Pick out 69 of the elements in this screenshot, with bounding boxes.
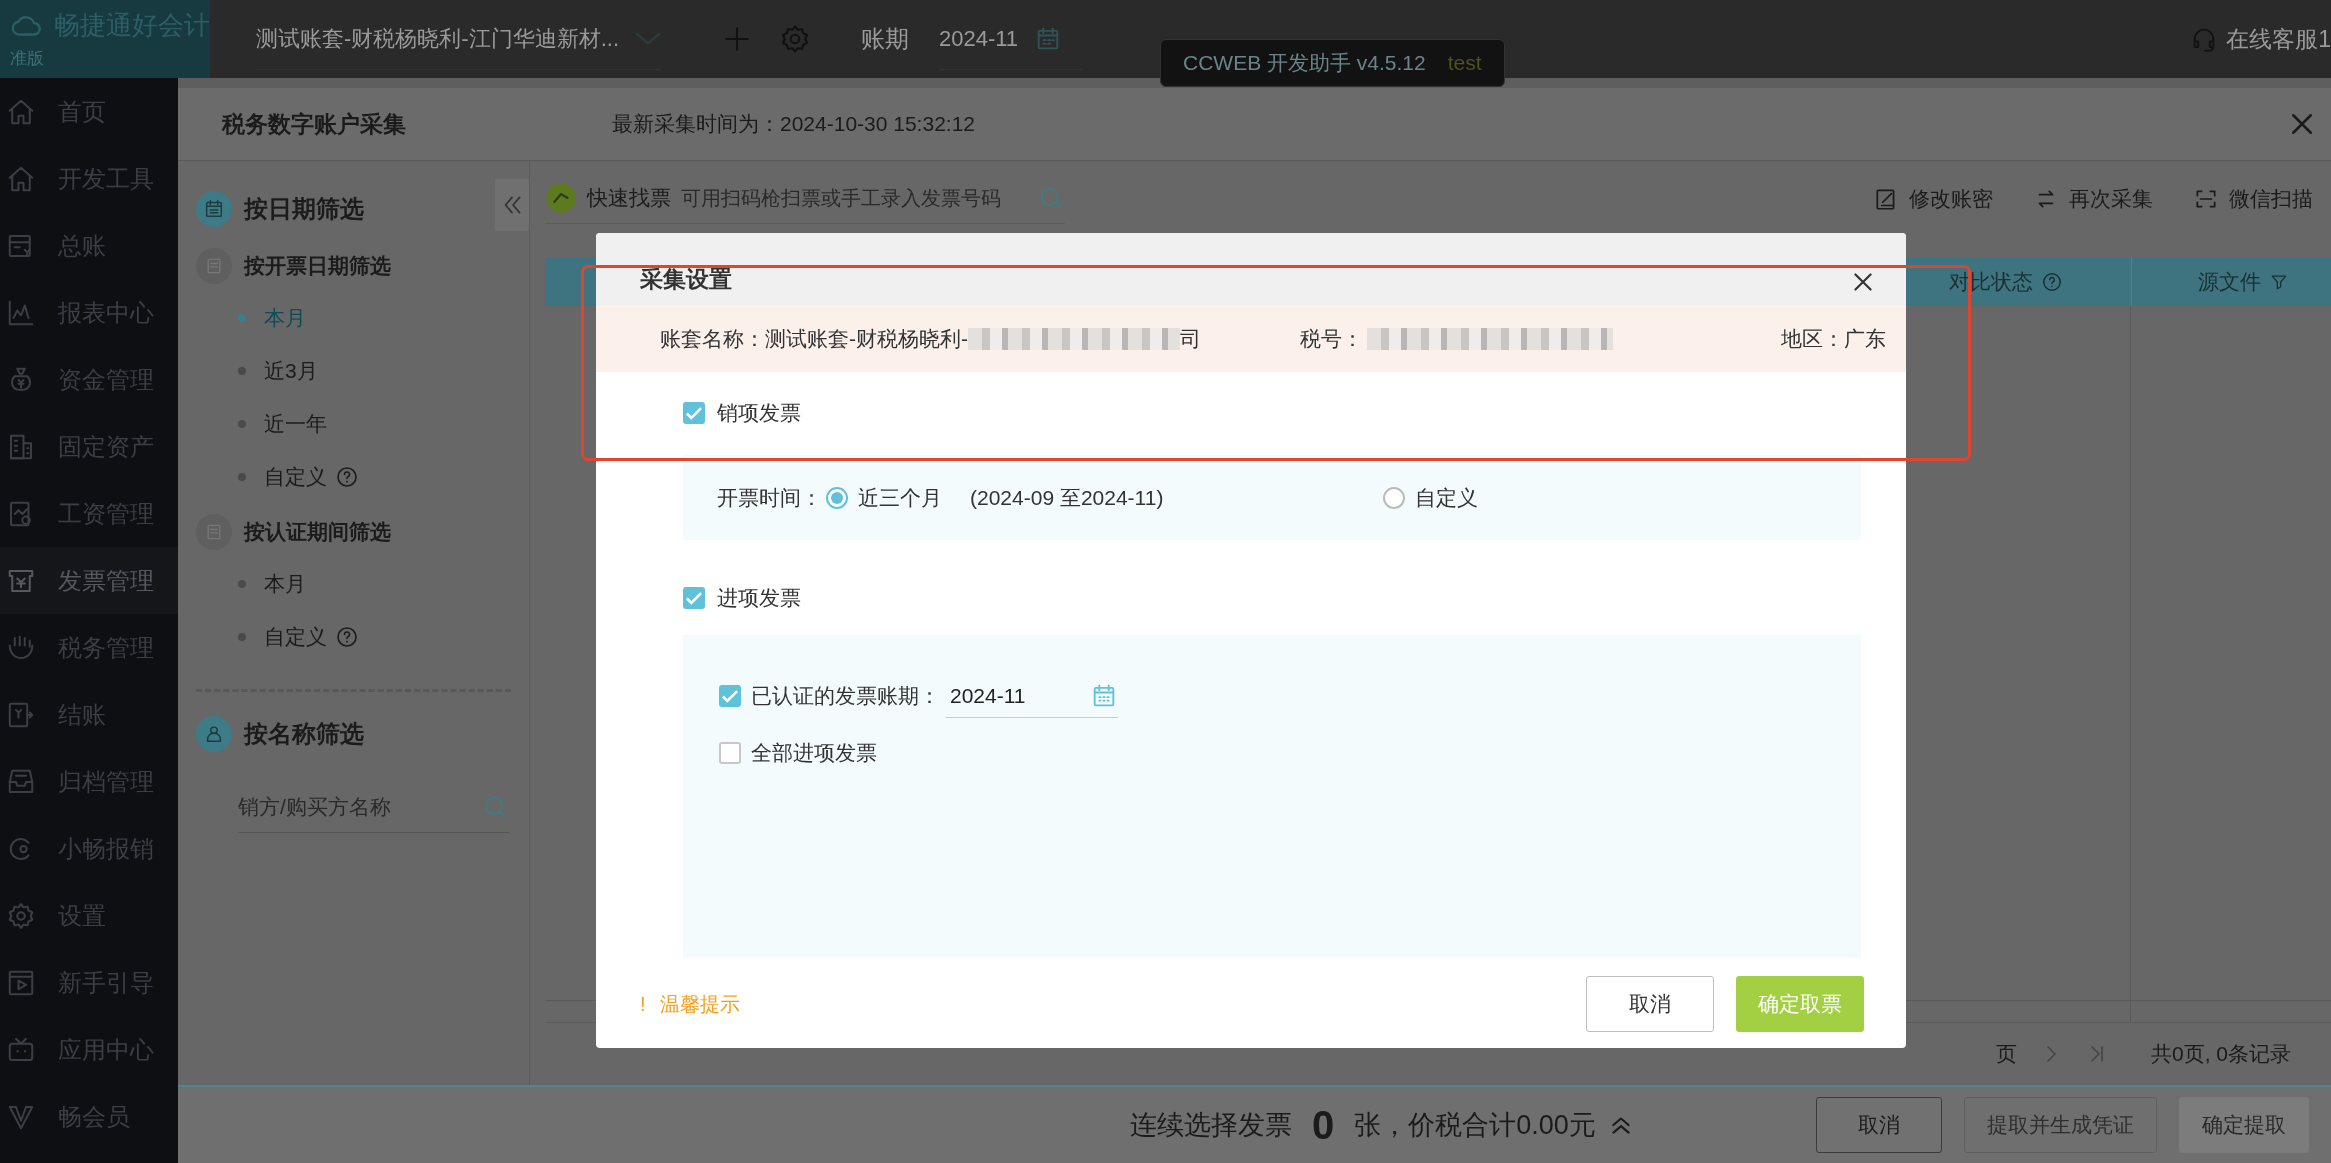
collapse-button[interactable]: [495, 179, 529, 231]
placeholder-text: 可用扫码枪扫票或手工录入发票号码: [681, 185, 1002, 211]
filter-option[interactable]: 近一年: [264, 409, 327, 438]
page-unit-label: 页: [1995, 1041, 2017, 1067]
quick-find-label: 快速找票: [587, 185, 671, 211]
footer-button[interactable]: 取消: [1816, 1097, 1942, 1153]
account-set-value: 测试账套-财税杨晓利-江门华迪新材...: [256, 24, 619, 53]
checkbox-label: 已认证的发票账期：: [751, 683, 940, 709]
total-amount-text: 张，价税合计0.00元: [1354, 1109, 1596, 1142]
tip-link[interactable]: ! 温馨提示: [640, 990, 740, 1018]
dialog-title: 采集设置: [640, 265, 732, 294]
gear-icon: [6, 900, 36, 931]
round-logo-icon: [545, 182, 577, 214]
filter-option[interactable]: 本月: [264, 303, 306, 332]
filter-option[interactable]: 自定义: [264, 622, 327, 651]
filter-option[interactable]: 本月: [264, 569, 306, 598]
cancel-button[interactable]: 取消: [1586, 976, 1714, 1032]
account-name-start: 测试账套-财税杨晓利-: [765, 325, 968, 352]
account-name-end: 司: [1180, 325, 1201, 352]
radio-label: 自定义: [1414, 484, 1478, 511]
checkbox[interactable]: [683, 402, 705, 424]
period-picker[interactable]: 2024-11: [939, 8, 1083, 70]
radio-button[interactable]: [1382, 486, 1405, 509]
filter-option[interactable]: 自定义: [264, 462, 327, 491]
checkbox[interactable]: [719, 742, 741, 764]
filter-group-heading: 按认证期间筛选: [244, 519, 391, 545]
checkbox[interactable]: [683, 587, 705, 609]
account-set-select[interactable]: 测试账套-财税杨晓利-江门华迪新材...: [256, 8, 661, 70]
filter-group-heading: 按开票日期筛选: [244, 253, 391, 279]
period-field[interactable]: 2024-11: [946, 674, 1118, 718]
online-support-link[interactable]: 在线客服1: [2190, 23, 2331, 55]
toolbar-link[interactable]: 修改账密: [1873, 184, 1993, 213]
checkbox[interactable]: [719, 685, 741, 707]
radio-button[interactable]: [826, 486, 848, 509]
environment-tag: test: [1447, 51, 1482, 75]
date-range-note: (2024-09 至2024-11): [970, 484, 1164, 511]
tip-text: 温馨提示: [659, 991, 740, 1017]
panel-title: 税务数字账户采集: [222, 109, 407, 139]
checkmark-icon: [686, 591, 702, 605]
checkmark-icon: [722, 689, 738, 703]
selected-count: 0: [1312, 1102, 1335, 1148]
checkbox-label: 进项发票: [717, 585, 801, 611]
toolbar-link[interactable]: 再次采集: [2033, 184, 2153, 213]
name-search-field[interactable]: 销方/购买方名称: [238, 782, 509, 833]
latest-collection-time: 最新采集时间为：2024-10-30 15:32:12: [612, 111, 975, 137]
settings-icon[interactable]: [779, 23, 811, 55]
sidebar-item[interactable]: 发票管理: [0, 547, 178, 614]
filter-option[interactable]: 近3月: [264, 356, 318, 385]
toolbar-link[interactable]: 微信扫描: [2193, 184, 2313, 213]
region-text: 地区：广东: [1781, 325, 1886, 352]
checkmark-icon: [686, 406, 702, 420]
filter-heading: 按日期筛选: [244, 194, 364, 224]
period-label: 账期: [861, 24, 909, 54]
calendar-icon: [203, 198, 225, 220]
field-label: 开票时间：: [717, 484, 822, 511]
exclamation-mark: !: [640, 992, 646, 1016]
quick-find-field[interactable]: 快速找票 可用扫码枪扫票或手工录入发票号码: [545, 173, 1065, 224]
field-label: 税号：: [1300, 325, 1363, 352]
selection-label: 连续选择发票: [1130, 1109, 1292, 1142]
checkbox-label: 销项发票: [717, 400, 801, 426]
field-label: 账套名称：: [660, 325, 765, 352]
placeholder-text: 销方/购买方名称: [238, 794, 391, 820]
help-icon: [2041, 270, 2063, 293]
dev-helper-name: CCWEB 开发助手 v4.5.12: [1183, 50, 1426, 76]
radio-label: 近三个月: [858, 484, 942, 511]
checkbox-label: 全部进项发票: [751, 740, 877, 766]
confirm-button[interactable]: 确定取票: [1736, 976, 1864, 1032]
record-summary: 共0页, 0条记录: [2150, 1041, 2291, 1067]
filter-heading: 按名称筛选: [244, 719, 364, 749]
